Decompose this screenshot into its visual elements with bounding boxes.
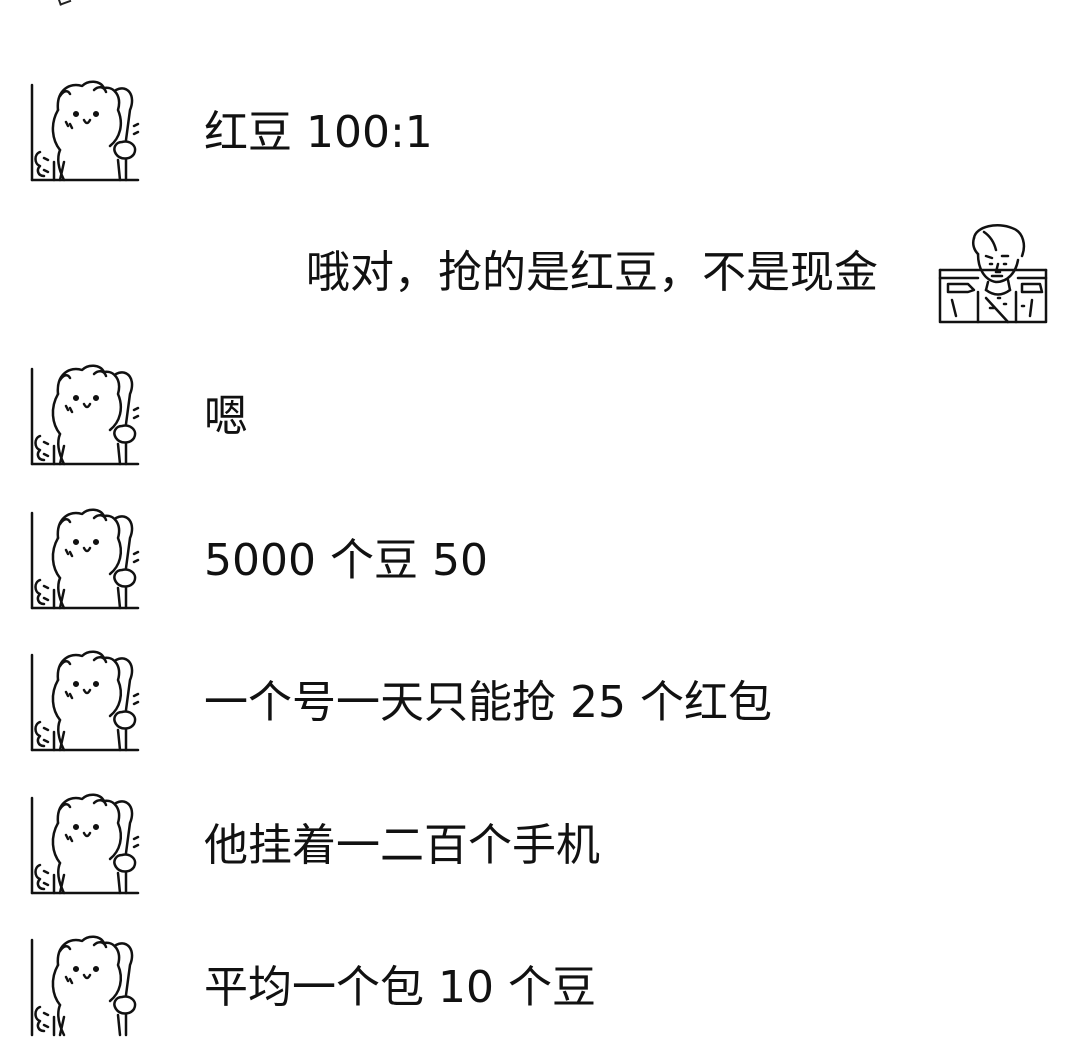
- cat-avatar-icon[interactable]: [30, 650, 140, 760]
- chat-message-row: 红豆 100:1: [0, 80, 1080, 190]
- chat-message-row: 哦对，抢的是红豆，不是现金: [0, 220, 1080, 330]
- chat-message-row: 他挂着一二百个手机: [0, 793, 1080, 903]
- message-text: 哦对，抢的是红豆，不是现金: [306, 247, 878, 298]
- message-text: 平均一个包 10 个豆: [204, 962, 596, 1013]
- cat-avatar-icon[interactable]: [30, 935, 140, 1045]
- chat-message-row: 嗯: [0, 364, 1080, 474]
- chat-message-row: 平均一个包 10 个豆: [0, 935, 1080, 1045]
- cat-avatar-icon[interactable]: [30, 80, 140, 190]
- message-text: 红豆 100:1: [204, 107, 433, 158]
- message-text: 5000 个豆 50: [204, 535, 488, 586]
- truncated-top-glyph: [56, 0, 72, 6]
- chat-message-row: 5000 个豆 50: [0, 508, 1080, 618]
- cat-avatar-icon[interactable]: [30, 508, 140, 618]
- chat-message-row: 一个号一天只能抢 25 个红包: [0, 650, 1080, 760]
- cat-avatar-icon[interactable]: [30, 793, 140, 903]
- message-text: 一个号一天只能抢 25 个红包: [204, 677, 772, 728]
- cat-avatar-icon[interactable]: [30, 364, 140, 474]
- message-text: 他挂着一二百个手机: [204, 820, 600, 871]
- message-text: 嗯: [204, 391, 248, 442]
- man-avatar-icon[interactable]: [938, 220, 1048, 330]
